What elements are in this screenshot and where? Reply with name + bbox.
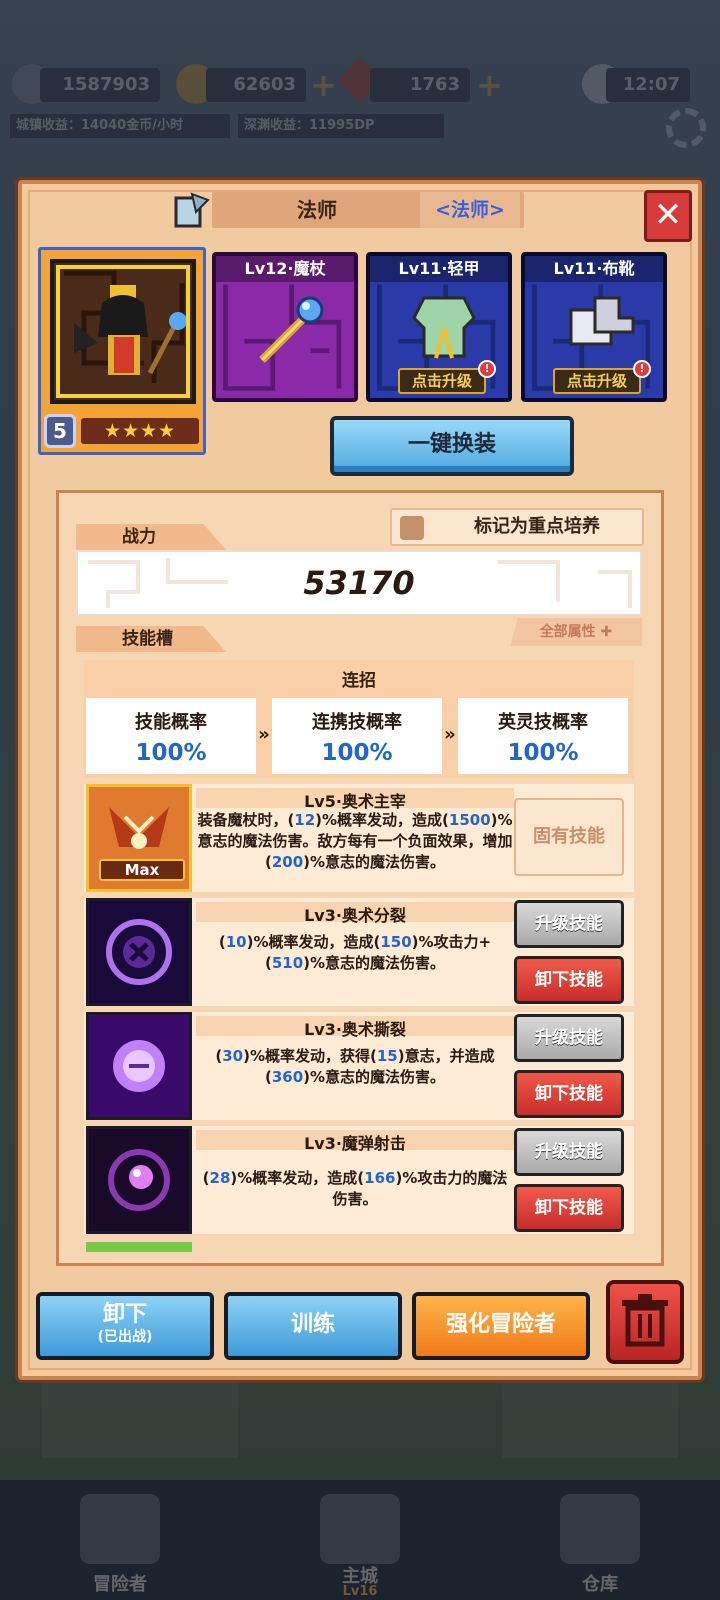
arcane-split-skill-icon — [86, 898, 192, 1006]
inherent-skill-label: 固有技能 — [514, 798, 624, 876]
hero-spirit-probability-value: 100% — [507, 740, 579, 766]
skill-name: Lv3·奥术撕裂 — [196, 1016, 514, 1039]
skill-row: Lv3·魔弹射击 (28)%概率发动，造成(166)%攻击力的魔法伤害。 升级技… — [84, 1126, 634, 1234]
hero-spirit-probability: 英灵技概率 100% — [458, 698, 628, 774]
skill-probability-value: 100% — [135, 740, 207, 766]
combo-box: 连招 技能概率 100% » 连携技概率 100% » 英灵技概率 100% — [84, 660, 634, 778]
magic-missile-skill-icon — [86, 1126, 192, 1234]
equip-boots-level: Lv11·布靴 — [525, 256, 663, 282]
dismiss-hero-button[interactable] — [606, 1280, 684, 1364]
max-level-badge: Max — [99, 859, 185, 881]
hero-card[interactable]: 5 ★★★★ — [38, 247, 206, 455]
cloth-boots-icon — [569, 296, 635, 346]
power-header: 战力 — [76, 524, 226, 550]
unequip-label: 卸下 — [102, 1302, 147, 1327]
one-key-equip-button[interactable]: 一键换装 — [330, 416, 574, 476]
skill-name: Lv5·奥术主宰 — [196, 788, 514, 811]
armor-upgrade-button[interactable]: 点击升级 — [398, 368, 486, 394]
armor-alert-icon: ! — [478, 360, 496, 378]
enhance-adventurer-button[interactable]: 强化冒险者 — [412, 1292, 590, 1360]
equip-weapon-level: Lv12·魔杖 — [216, 256, 354, 282]
power-display: 53170 — [76, 550, 642, 616]
skill-description: (28)%概率发动，造成(166)%攻击力的魔法伤害。 — [202, 1169, 508, 1208]
skill-slot-header: 技能槽 — [76, 626, 226, 652]
upgrade-skill-button[interactable]: 升级技能 — [514, 1128, 624, 1176]
mark-priority-checkbox[interactable] — [400, 516, 424, 540]
upgrade-skill-button[interactable]: 升级技能 — [514, 900, 624, 948]
skill-probability: 技能概率 100% — [86, 698, 256, 774]
skill-list[interactable]: 连招 技能概率 100% » 连携技概率 100% » 英灵技概率 100% M… — [76, 652, 642, 1252]
equip-slot-weapon[interactable]: Lv12·魔杖 — [212, 252, 358, 402]
next-skill-peek — [86, 1242, 192, 1252]
all-attributes-button[interactable]: 全部属性 ✚ — [510, 618, 642, 646]
chevron-right-icon: » — [444, 724, 456, 745]
trash-icon — [622, 1294, 668, 1347]
hero-level-badge: 5 — [44, 414, 76, 448]
skill-row: Max Lv5·奥术主宰 装备魔杖时，(12)%概率发动，造成(1500)%意志… — [84, 784, 634, 892]
unequip-sublabel: (已出战) — [97, 1329, 153, 1345]
train-button[interactable]: 训练 — [224, 1292, 402, 1360]
mark-priority-toggle[interactable]: 标记为重点培养 — [390, 508, 644, 546]
chevron-right-icon: » — [258, 724, 270, 745]
hero-star-rating: ★★★★ — [81, 418, 199, 444]
equip-slot-boots[interactable]: Lv11·布靴 点击升级 ! — [521, 252, 667, 402]
combo-skill-probability-label: 连携技概率 — [312, 712, 402, 733]
hero-class-name: 法师 — [297, 198, 337, 222]
remove-skill-button[interactable]: 卸下技能 — [514, 1184, 624, 1232]
equip-armor-level: Lv11·轻甲 — [370, 256, 508, 282]
mark-priority-label: 标记为重点培养 — [474, 516, 600, 537]
combo-title: 连招 — [342, 671, 376, 691]
hero-spirit-probability-label: 英灵技概率 — [498, 712, 588, 733]
skill-description: (10)%概率发动，造成(150)%攻击力+(510)%意志的魔法伤害。 — [218, 933, 492, 972]
remove-skill-button[interactable]: 卸下技能 — [514, 1070, 624, 1118]
upgrade-skill-button[interactable]: 升级技能 — [514, 1014, 624, 1062]
arcane-master-skill-icon: Max — [86, 784, 192, 892]
power-value: 53170 — [303, 564, 415, 602]
combo-skill-probability-value: 100% — [321, 740, 393, 766]
close-button[interactable]: ✕ — [644, 190, 692, 242]
remove-skill-button[interactable]: 卸下技能 — [514, 956, 624, 1004]
combo-skill-probability: 连携技概率 100% — [272, 698, 442, 774]
scroll-quill-icon — [170, 190, 210, 230]
mage-portrait — [50, 259, 196, 404]
hero-class-tag: <法师> — [420, 192, 520, 228]
unequip-button[interactable]: 卸下 (已出战) — [36, 1292, 214, 1360]
skill-row: Lv3·奥术分裂 (10)%概率发动，造成(150)%攻击力+(510)%意志的… — [84, 898, 634, 1006]
skill-name: Lv3·魔弹射击 — [196, 1130, 514, 1153]
skill-description: 装备魔杖时，(12)%概率发动，造成(1500)%意志的魔法伤害。敌方每有一个负… — [197, 811, 513, 871]
light-armor-icon — [412, 296, 476, 359]
magic-wand-icon — [259, 296, 324, 363]
boots-upgrade-button[interactable]: 点击升级 — [553, 368, 641, 394]
equip-slot-armor[interactable]: Lv11·轻甲 点击升级 ! — [366, 252, 512, 402]
boots-alert-icon: ! — [633, 360, 651, 378]
arcane-tear-skill-icon — [86, 1012, 192, 1120]
skill-name: Lv3·奥术分裂 — [196, 902, 514, 925]
skill-row: Lv3·奥术撕裂 (30)%概率发动，获得(15)意志，并造成(360)%意志的… — [84, 1012, 634, 1120]
skill-description: (30)%概率发动，获得(15)意志，并造成(360)%意志的魔法伤害。 — [215, 1047, 495, 1086]
skill-probability-label: 技能概率 — [135, 712, 207, 733]
